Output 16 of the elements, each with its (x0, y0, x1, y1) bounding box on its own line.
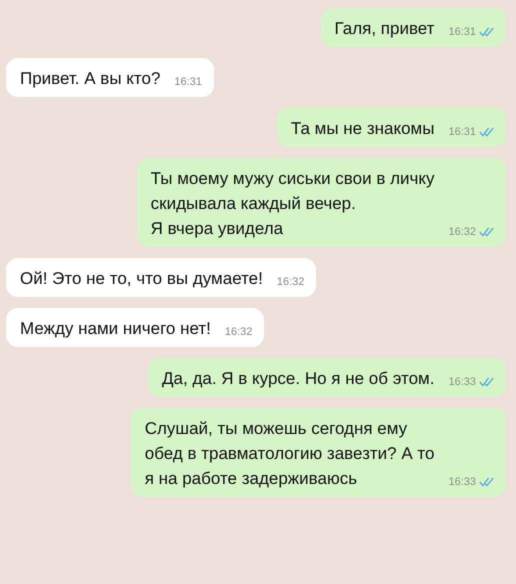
message-text: Привет. А вы кто? (20, 68, 160, 90)
message-time: 16:32 (224, 325, 252, 339)
message-time: 16:32 (276, 275, 304, 289)
message-text: Ой! Это не то, что вы думаете! (20, 268, 263, 290)
message-time: 16:31 (448, 25, 476, 39)
message-time: 16:32 (448, 225, 476, 239)
message-text: Слушай, ты можешь сегодня ему обед в травматологию завезти? А то я на работе задерживаюсь (144, 418, 434, 490)
message-time: 16:33 (448, 475, 476, 489)
message-text: Ты моему мужу сиськи свои в личку скидывала каждый вечер. Я вчера увидела (150, 168, 434, 240)
message-time: 16:31 (174, 75, 202, 89)
message-text: Между нами ничего нет! (20, 318, 211, 340)
message-time: 16:31 (448, 125, 476, 139)
message-text: Галя, привет (334, 18, 434, 40)
message-text: Та мы не знакомы (290, 118, 434, 140)
message-text: Да, да. Я в курсе. Но я не об этом. (162, 368, 434, 390)
message-time: 16:33 (448, 375, 476, 389)
